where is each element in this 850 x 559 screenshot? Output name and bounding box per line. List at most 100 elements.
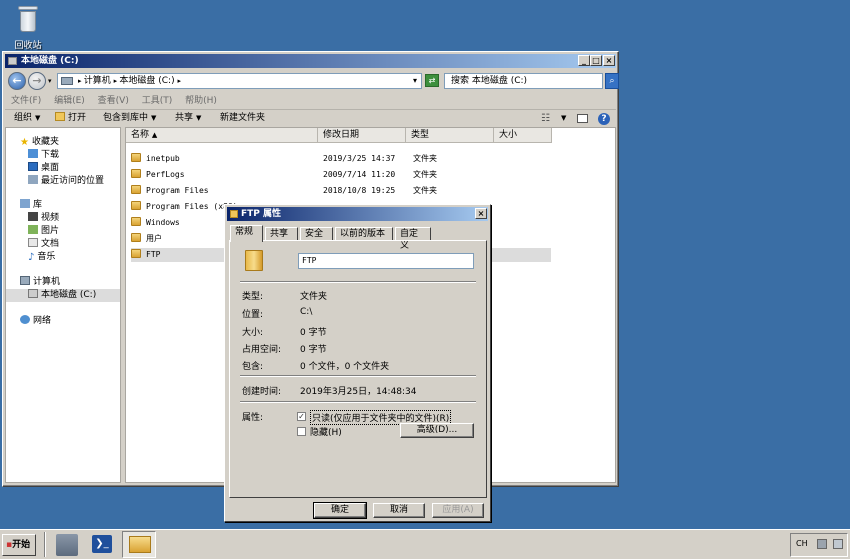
- cancel-button[interactable]: 取消: [373, 503, 425, 518]
- menu-file[interactable]: 文件(F): [11, 96, 41, 106]
- language-indicator[interactable]: CH: [796, 539, 808, 548]
- nav-downloads[interactable]: 下载: [28, 149, 59, 162]
- open-button[interactable]: 打开: [55, 110, 86, 127]
- powershell-icon[interactable]: ❯_: [92, 535, 112, 553]
- address-bar[interactable]: ▸ 计算机 ▸ 本地磁盘 (C:) ▸ ▾: [57, 73, 422, 89]
- menu-tools[interactable]: 工具(T): [142, 96, 173, 106]
- start-button[interactable]: ▪开始: [2, 534, 36, 556]
- size-on-disk-label: 占用空间:: [242, 345, 282, 355]
- created-label: 创建时间:: [242, 387, 282, 397]
- nav-desktop[interactable]: 桌面: [28, 162, 59, 175]
- close-button[interactable]: ×: [603, 55, 615, 66]
- ok-button[interactable]: 确定: [313, 502, 367, 519]
- menu-view[interactable]: 查看(V): [98, 96, 129, 106]
- share-button[interactable]: 共享 ▼: [175, 110, 201, 127]
- nav-computer[interactable]: 计算机: [20, 276, 60, 289]
- back-button[interactable]: ←: [8, 72, 26, 90]
- folder-icon: [230, 210, 238, 218]
- folder-name-field[interactable]: FTP: [298, 253, 474, 269]
- breadcrumb-local-disk[interactable]: 本地磁盘 (C:): [119, 76, 174, 86]
- network-icon: [20, 315, 30, 324]
- forward-button[interactable]: →: [28, 72, 46, 90]
- hidden-label[interactable]: 隐藏(H): [310, 425, 342, 438]
- column-header-modified[interactable]: 修改日期: [318, 128, 406, 143]
- command-bar: 组织 ▼ 打开 包含到库中 ▼ 共享 ▼ 新建文件夹 ☷ ▼ ?: [5, 109, 616, 127]
- file-row-program-files[interactable]: Program Files 2018/10/8 19:25 文件夹: [131, 184, 551, 198]
- preview-pane-icon[interactable]: [577, 114, 588, 123]
- minimize-button[interactable]: _: [578, 55, 590, 66]
- column-header-size[interactable]: 大小: [494, 128, 552, 143]
- file-row-perflogs[interactable]: PerfLogs 2009/7/14 11:20 文件夹: [131, 168, 551, 182]
- tab-customize[interactable]: 自定义: [395, 227, 431, 251]
- nav-videos[interactable]: 视频: [28, 212, 59, 225]
- help-icon[interactable]: ?: [598, 113, 610, 125]
- dialog-title: FTP 属性: [241, 209, 282, 219]
- pictures-icon: [28, 225, 38, 234]
- nav-local-disk[interactable]: 本地磁盘 (C:): [6, 289, 120, 302]
- dialog-close-button[interactable]: ×: [475, 208, 487, 219]
- recent-places-icon: [28, 175, 38, 184]
- include-in-library-button[interactable]: 包含到库中 ▼: [103, 110, 156, 127]
- view-options-icon[interactable]: ☷: [541, 110, 550, 127]
- explorer-taskbar-button[interactable]: [122, 531, 156, 558]
- recycle-bin-desktop-icon[interactable]: 回收站: [8, 4, 48, 51]
- recycle-bin-label: 回收站: [14, 41, 42, 51]
- menu-help[interactable]: 帮助(H): [185, 96, 217, 106]
- downloads-icon: [28, 149, 38, 158]
- breadcrumb-computer[interactable]: 计算机: [84, 76, 111, 86]
- type-value: 文件夹: [300, 292, 328, 302]
- nav-pictures[interactable]: 图片: [28, 225, 59, 238]
- nav-documents[interactable]: 文档: [28, 238, 59, 251]
- tab-sharing[interactable]: 共享: [265, 227, 298, 241]
- taskbar: ▪开始 ❯_ CH: [0, 529, 850, 559]
- refresh-button[interactable]: ⇄: [425, 74, 439, 87]
- folder-icon: [131, 201, 141, 210]
- folder-icon: [131, 169, 141, 178]
- drive-icon: [28, 289, 38, 298]
- nav-music[interactable]: ♪ 音乐: [28, 251, 55, 264]
- apply-button[interactable]: 应用(A): [432, 503, 484, 518]
- dialog-titlebar[interactable]: FTP 属性 ×: [227, 207, 488, 221]
- size-on-disk-value: 0 字节: [300, 345, 327, 355]
- menu-edit[interactable]: 编辑(E): [54, 96, 85, 106]
- search-input[interactable]: 搜索 本地磁盘 (C:): [444, 73, 603, 89]
- nav-network[interactable]: 网络: [20, 315, 51, 328]
- desktop-icon: [28, 162, 38, 171]
- network-tray-icon[interactable]: [817, 539, 827, 549]
- advanced-button[interactable]: 高级(D)...: [400, 423, 474, 438]
- navigation-pane: ★ 收藏夹 下载 桌面 最近访问的位置 库 视频 图片 文档 ♪ 音乐 计算机 本地…: [5, 127, 121, 483]
- location-label: 位置:: [242, 310, 264, 320]
- new-folder-button[interactable]: 新建文件夹: [220, 110, 265, 127]
- volume-tray-icon[interactable]: [833, 539, 843, 549]
- address-dropdown-icon[interactable]: ▾: [413, 74, 417, 88]
- folder-icon: [129, 536, 151, 553]
- nav-favorites[interactable]: ★ 收藏夹: [20, 136, 59, 149]
- file-row-inetpub[interactable]: inetpub 2019/3/25 14:37 文件夹: [131, 152, 551, 166]
- column-header-name[interactable]: 名称 ▲: [126, 128, 318, 143]
- maximize-button[interactable]: □: [590, 55, 602, 66]
- tab-general[interactable]: 常规: [230, 225, 263, 242]
- tab-previous-versions[interactable]: 以前的版本: [335, 227, 393, 241]
- contains-label: 包含:: [242, 362, 264, 372]
- video-icon: [28, 212, 38, 221]
- organize-button[interactable]: 组织 ▼: [14, 110, 40, 127]
- separator: [240, 281, 476, 283]
- system-tray: CH: [790, 533, 848, 557]
- folder-icon: [245, 250, 263, 271]
- documents-icon: [28, 238, 38, 247]
- attributes-label: 属性:: [242, 413, 264, 423]
- star-icon: ★: [20, 137, 29, 148]
- server-manager-icon[interactable]: [56, 534, 78, 556]
- tab-security[interactable]: 安全: [300, 227, 333, 241]
- nav-libraries[interactable]: 库: [20, 199, 42, 212]
- folder-icon: [131, 233, 141, 242]
- location-value: C:\: [300, 307, 313, 317]
- view-dropdown-icon[interactable]: ▼: [561, 110, 566, 127]
- hidden-checkbox[interactable]: [297, 427, 306, 436]
- history-dropdown-icon[interactable]: ▾: [48, 77, 52, 85]
- column-header-type[interactable]: 类型: [406, 128, 494, 143]
- readonly-checkbox[interactable]: ✓: [297, 412, 306, 421]
- nav-recent[interactable]: 最近访问的位置: [28, 175, 104, 188]
- explorer-titlebar[interactable]: 本地磁盘 (C:) _ □ ×: [5, 54, 616, 68]
- search-icon[interactable]: ⌕: [605, 73, 619, 89]
